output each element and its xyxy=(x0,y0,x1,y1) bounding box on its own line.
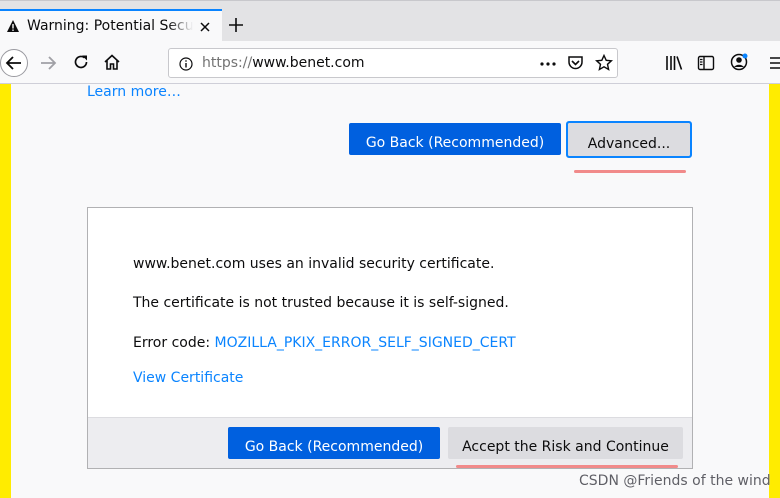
sidebar-icon[interactable] xyxy=(697,54,715,72)
close-tab-icon[interactable] xyxy=(198,19,212,33)
accept-risk-button[interactable]: Accept the Risk and Continue xyxy=(448,427,683,459)
tab-strip-border xyxy=(0,0,780,1)
view-certificate-link[interactable]: View Certificate xyxy=(133,369,243,387)
pocket-icon[interactable] xyxy=(567,55,584,71)
error-page: Learn more… Go Back (Recommended) Advanc… xyxy=(0,84,780,498)
url-host: www.benet.com xyxy=(252,55,365,71)
url-bar[interactable]: https://www.benet.com xyxy=(168,48,618,78)
forward-arrow-icon[interactable] xyxy=(39,54,59,72)
watermark: CSDN @Friends of the wind xyxy=(579,473,771,489)
learn-more-link[interactable]: Learn more… xyxy=(87,84,181,100)
go-back-button[interactable]: Go Back (Recommended) xyxy=(349,123,561,155)
library-icon[interactable] xyxy=(665,54,683,72)
navigation-toolbar: https://www.benet.com xyxy=(0,41,780,84)
advanced-button[interactable]: Advanced... xyxy=(566,121,692,158)
url-scheme: https:// xyxy=(202,55,253,71)
self-signed-text: The certificate is not trusted because i… xyxy=(133,295,509,311)
error-code-row: Error code: MOZILLA_PKIX_ERROR_SELF_SIGN… xyxy=(133,334,516,352)
error-code-label: Error code: xyxy=(133,335,211,351)
annotation-underline-accept xyxy=(456,465,678,468)
new-tab-icon[interactable] xyxy=(228,17,244,33)
reload-icon[interactable] xyxy=(72,53,90,71)
bookmark-star-icon[interactable] xyxy=(594,53,614,72)
home-icon[interactable] xyxy=(103,53,121,71)
back-button[interactable] xyxy=(0,49,28,77)
warning-icon xyxy=(6,18,20,32)
info-icon[interactable] xyxy=(179,56,193,71)
warning-stripe-left xyxy=(0,84,11,498)
error-code-link[interactable]: MOZILLA_PKIX_ERROR_SELF_SIGNED_CERT xyxy=(215,335,516,351)
page-actions-icon[interactable] xyxy=(539,56,557,70)
invalid-certificate-text: www.benet.com uses an invalid security c… xyxy=(133,256,495,272)
annotation-underline xyxy=(574,170,686,173)
hamburger-menu-icon[interactable] xyxy=(770,54,780,72)
advanced-panel-footer: Go Back (Recommended) Accept the Risk an… xyxy=(88,417,692,468)
tab-strip: Warning: Potential Security Risk Ahead xyxy=(0,0,780,41)
go-back-button-bottom[interactable]: Go Back (Recommended) xyxy=(228,427,440,459)
tab-title: Warning: Potential Security Risk Ahead xyxy=(27,18,193,34)
account-icon[interactable] xyxy=(729,52,749,72)
warning-stripe-right xyxy=(769,84,780,498)
tab-security-warning[interactable]: Warning: Potential Security Risk Ahead xyxy=(0,9,222,41)
advanced-panel: www.benet.com uses an invalid security c… xyxy=(87,207,693,469)
url-text[interactable]: https://www.benet.com xyxy=(202,54,365,72)
